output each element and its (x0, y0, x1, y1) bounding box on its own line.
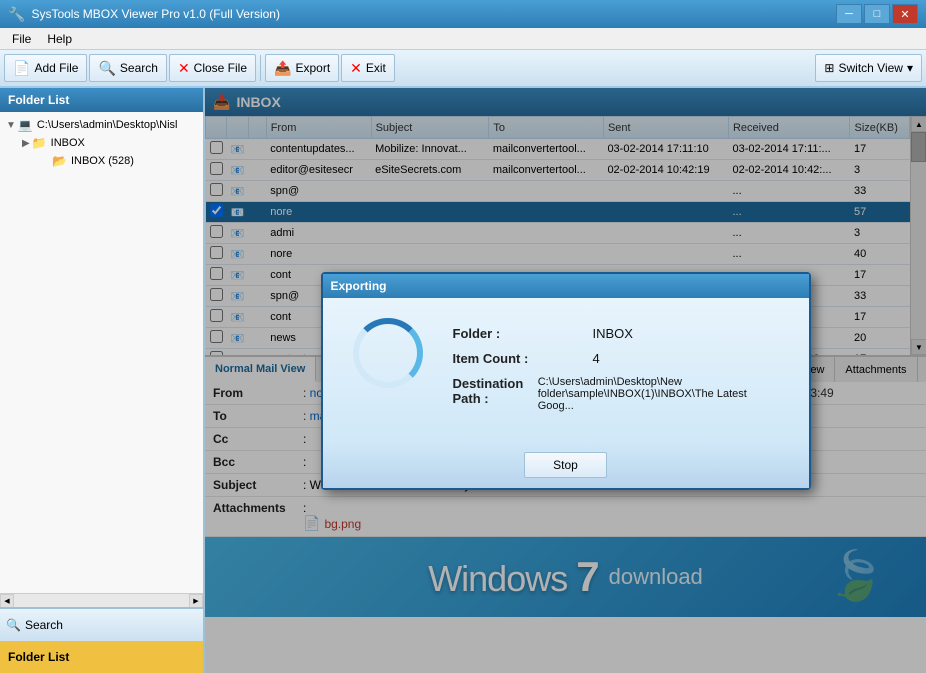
modal-info: Folder : INBOX Item Count : 4 Destinatio… (453, 318, 779, 422)
search-bar[interactable]: 🔍 Search (0, 609, 203, 641)
modal-footer: Stop (323, 442, 809, 488)
maximize-button[interactable]: □ (864, 4, 890, 24)
left-panel: Folder List ▼ 💻 C:\Users\admin\Desktop\N… (0, 88, 205, 673)
folder-list-header: Folder List (0, 88, 203, 112)
left-panel-hscroll[interactable]: ◀ ▶ (0, 593, 203, 607)
tree-inbox-folder[interactable]: 📂 INBOX (528) (36, 152, 199, 170)
tree-root[interactable]: ▼ 💻 C:\Users\admin\Desktop\Nisl (4, 116, 199, 134)
modal-folder-value: INBOX (593, 326, 633, 341)
modal-item-count-value: 4 (593, 351, 600, 366)
modal-dest-path-row: Destination Path : C:\Users\admin\Deskto… (453, 376, 779, 412)
hscroll-right-arrow[interactable]: ▶ (189, 594, 203, 608)
switch-view-chevron-icon: ▾ (907, 61, 913, 75)
exit-icon: ✕ (350, 60, 362, 77)
exporting-modal: Exporting Folder : INBOX Item Count : 4 (321, 272, 811, 490)
minimize-button[interactable]: ─ (836, 4, 862, 24)
search-bar-icon: 🔍 (6, 618, 21, 632)
tree-inbox[interactable]: ▶ 📁 INBOX (20, 134, 199, 152)
folder-list-tab-label: Folder List (8, 650, 69, 664)
toolbar-separator (260, 55, 261, 81)
modal-folder-row: Folder : INBOX (453, 326, 779, 341)
modal-titlebar: Exporting (323, 274, 809, 298)
modal-body: Folder : INBOX Item Count : 4 Destinatio… (323, 298, 809, 442)
computer-icon: 💻 (18, 118, 33, 132)
modal-dest-path-value: C:\Users\admin\Desktop\New folder\sample… (538, 376, 779, 412)
tree-inbox-label: INBOX (51, 137, 85, 149)
switch-view-icon: ⊞ (824, 61, 834, 75)
close-file-label: Close File (194, 61, 247, 75)
tree-expand-icon: ▼ (6, 120, 16, 131)
folder-tree[interactable]: ▼ 💻 C:\Users\admin\Desktop\Nisl ▶ 📁 INBO… (0, 112, 203, 593)
loading-spinner (353, 318, 423, 388)
search-label: Search (120, 61, 158, 75)
folder-list-header-label: Folder List (8, 93, 69, 107)
export-button[interactable]: 📤 Export (265, 54, 339, 82)
inbox-icon: 📁 (32, 136, 47, 150)
export-label: Export (295, 61, 330, 75)
hscroll-track[interactable] (14, 594, 189, 607)
close-button[interactable]: ✕ (892, 4, 918, 24)
close-file-icon: ✕ (178, 60, 190, 77)
menu-file[interactable]: File (4, 30, 39, 48)
toolbar: 📄 Add File 🔍 Search ✕ Close File 📤 Expor… (0, 50, 926, 88)
search-bar-label: Search (25, 618, 63, 632)
menu-help[interactable]: Help (39, 30, 80, 48)
search-icon: 🔍 (98, 60, 115, 77)
tree-root-label: C:\Users\admin\Desktop\Nisl (37, 119, 178, 131)
add-file-icon: 📄 (13, 60, 30, 77)
close-file-button[interactable]: ✕ Close File (169, 54, 256, 82)
add-file-button[interactable]: 📄 Add File (4, 54, 87, 82)
window-controls: ─ □ ✕ (836, 4, 918, 24)
tree-inbox-folder-label: INBOX (528) (71, 155, 134, 167)
exit-button[interactable]: ✕ Exit (341, 54, 395, 82)
add-file-label: Add File (34, 61, 78, 75)
app-title: SysTools MBOX Viewer Pro v1.0 (Full Vers… (31, 7, 836, 21)
tree-children: ▶ 📁 INBOX 📂 INBOX (528) (20, 134, 199, 170)
exporting-modal-overlay: Exporting Folder : INBOX Item Count : 4 (205, 88, 926, 673)
tree-inbox-expand-icon: ▶ (22, 138, 30, 149)
folder-list-tab[interactable]: Folder List (0, 641, 203, 673)
main-layout: Folder List ▼ 💻 C:\Users\admin\Desktop\N… (0, 88, 926, 673)
hscroll-left-arrow[interactable]: ◀ (0, 594, 14, 608)
modal-item-count-label: Item Count : (453, 351, 593, 366)
exit-label: Exit (366, 61, 386, 75)
modal-folder-label: Folder : (453, 326, 593, 341)
search-button[interactable]: 🔍 Search (89, 54, 166, 82)
switch-view-label: Switch View (838, 61, 902, 75)
folder-icon: 📂 (52, 154, 67, 168)
spinner-container (353, 318, 433, 398)
tree-inbox-children: 📂 INBOX (528) (36, 152, 199, 170)
menubar: File Help (0, 28, 926, 50)
export-icon: 📤 (274, 60, 291, 77)
right-panel: 📥 INBOX From Subject To Sent (205, 88, 926, 673)
modal-title: Exporting (331, 279, 387, 293)
modal-dest-path-label: Destination Path : (453, 376, 538, 412)
left-bottom: 🔍 Search Folder List (0, 607, 203, 673)
app-icon: 🔧 (8, 6, 25, 23)
switch-view-button[interactable]: ⊞ Switch View ▾ (815, 54, 922, 82)
modal-item-count-row: Item Count : 4 (453, 351, 779, 366)
titlebar: 🔧 SysTools MBOX Viewer Pro v1.0 (Full Ve… (0, 0, 926, 28)
stop-button[interactable]: Stop (524, 452, 607, 478)
